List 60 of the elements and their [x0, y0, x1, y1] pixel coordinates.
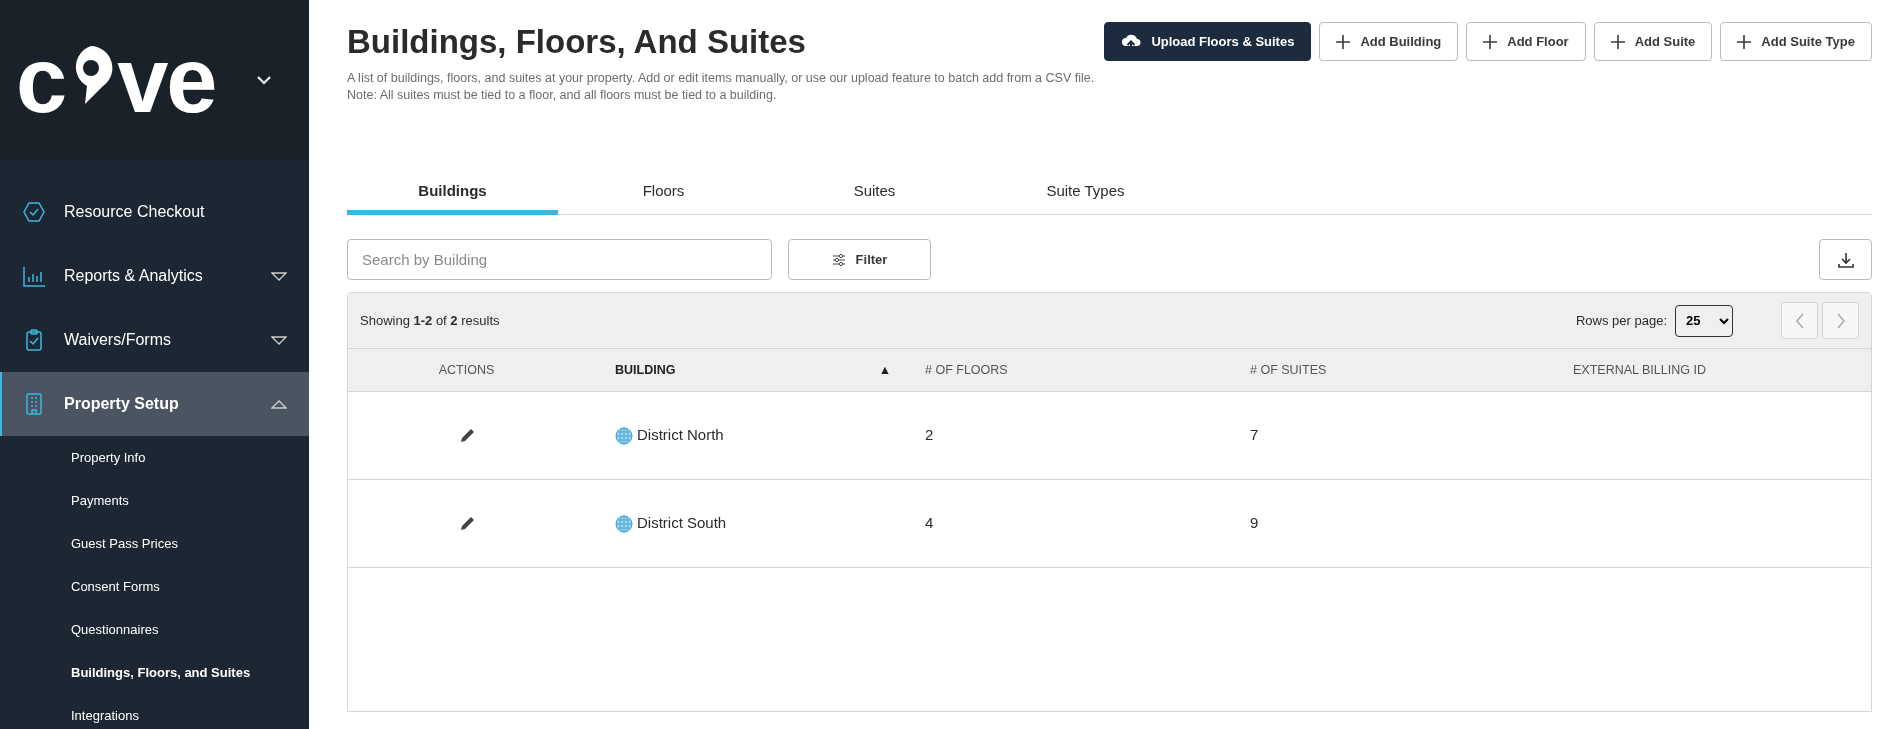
caret-up-icon[interactable] [271, 398, 287, 410]
chevron-down-icon[interactable] [255, 74, 272, 86]
submenu-item[interactable]: Property Info [0, 436, 309, 479]
sliders-icon [831, 252, 846, 267]
action-button[interactable]: Add Building [1319, 22, 1459, 61]
column-header[interactable]: # OF FLOORS [925, 360, 1008, 380]
table-cell-text: 7 [1250, 425, 1259, 446]
sidebar-item[interactable]: Resource Checkout [0, 180, 309, 244]
pencil-icon[interactable] [458, 515, 475, 532]
plus-icon [1336, 34, 1351, 49]
chevron-right-icon [1835, 312, 1846, 329]
caret-down-icon[interactable] [271, 334, 287, 346]
plus-icon [1610, 34, 1625, 49]
page-title: Buildings, Floors, And Suites [347, 22, 806, 62]
sidebar-item[interactable]: Property Setup [0, 372, 309, 436]
rows-per-page-select[interactable]: 25 [1675, 304, 1733, 337]
submenu-item[interactable]: Integrations [0, 694, 309, 729]
search-field[interactable]: Search by Building [347, 239, 772, 281]
description-text: Note: All suites must be tied to a floor, and all floors must be tied to a building. [347, 86, 778, 104]
description-text: A list of buildings, floors, and suites at your property. Add or edit items manually, or use our upload feature to batch add from a CSV file. [347, 69, 1096, 87]
table-cell-text: 9 [1250, 513, 1259, 534]
column-header[interactable]: BUILDING [615, 360, 676, 380]
action-button[interactable]: Upload Floors & Suites [1104, 22, 1312, 61]
filter-button[interactable]: Filter [788, 239, 931, 281]
table-cell-text: District North [637, 425, 724, 446]
submenu-item[interactable]: Consent Forms [0, 565, 309, 608]
plus-icon [1737, 34, 1752, 49]
column-header[interactable]: EXTERNAL BILLING ID [1573, 360, 1706, 380]
submenu-item[interactable]: Questionnaires [0, 608, 309, 651]
download-button[interactable] [1819, 239, 1872, 281]
column-header[interactable]: # OF SUITES [1250, 360, 1327, 380]
check-badge-icon [22, 200, 46, 224]
caret-down-icon[interactable] [271, 270, 287, 282]
table-cell-text: District South [637, 513, 727, 534]
results-summary: Showing 1-2 of 2 results [360, 311, 500, 330]
action-button[interactable]: Add Floor [1466, 22, 1586, 61]
tab[interactable]: Suites [769, 173, 980, 216]
tab[interactable]: Floors [558, 173, 769, 216]
submenu-item[interactable]: Guest Pass Prices [0, 522, 309, 565]
table-cell-text: 2 [925, 425, 934, 446]
chevron-left-icon [1794, 312, 1805, 329]
action-button[interactable]: Add Suite [1593, 22, 1713, 61]
action-button[interactable]: Add Suite Type [1720, 22, 1872, 61]
globe-icon [615, 426, 633, 445]
submenu-item[interactable]: Payments [0, 479, 309, 522]
bar-chart-icon [22, 264, 46, 288]
sort-indicator[interactable]: ▲ [878, 360, 891, 380]
table-cell-text: 4 [925, 513, 934, 534]
plus-icon [1483, 34, 1498, 49]
tab[interactable]: Buildings [347, 173, 558, 216]
download-icon [1836, 250, 1855, 269]
rows-per-page-label: Rows per page: [1575, 311, 1667, 330]
submenu-item[interactable]: Buildings, Floors, and Suites [0, 651, 309, 694]
pencil-icon[interactable] [458, 427, 475, 444]
globe-icon [615, 514, 633, 533]
column-header[interactable]: ACTIONS [438, 360, 495, 380]
sidebar-item[interactable]: Waivers/Forms [0, 308, 309, 372]
sidebar-item[interactable]: Reports & Analytics [0, 244, 309, 308]
tab[interactable]: Suite Types [980, 173, 1191, 216]
logo: c ve [16, 34, 216, 126]
